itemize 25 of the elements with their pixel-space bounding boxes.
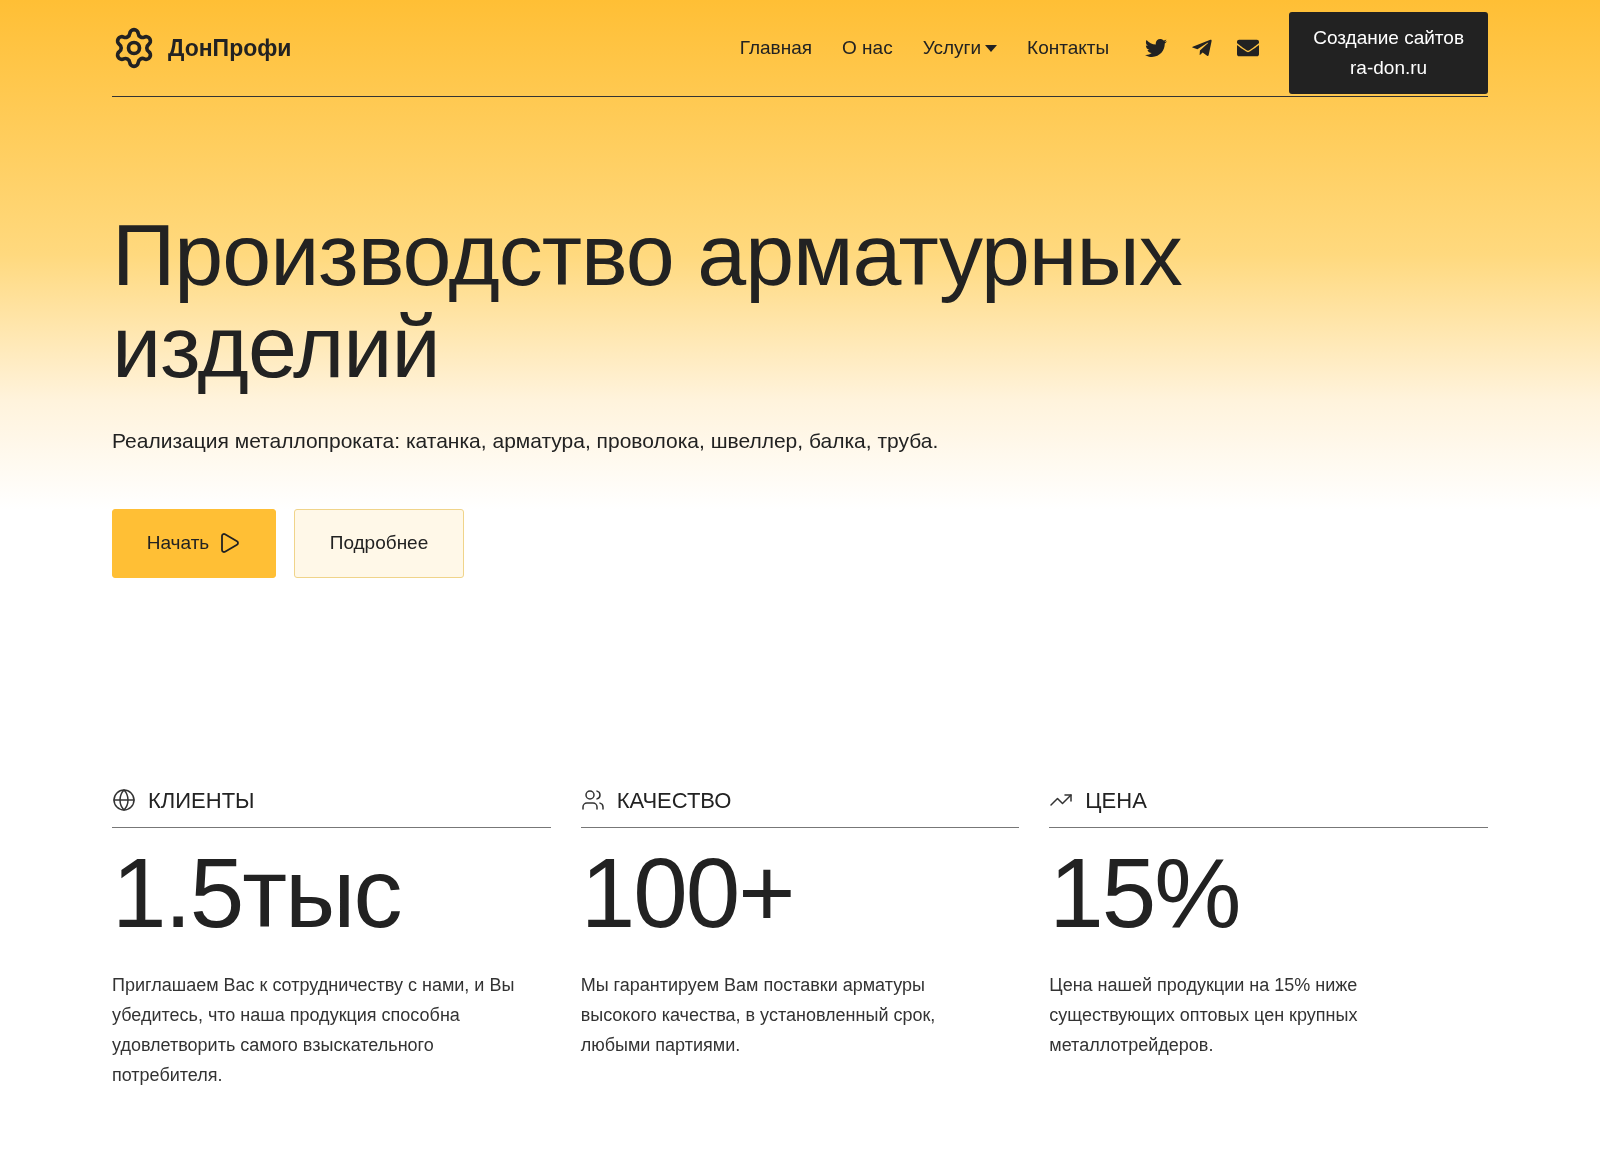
hero-subtitle: Реализация металлопроката: катанка, арматура, проволока, швеллер, балка, труба. <box>112 428 940 454</box>
stat-value: 1.5тыс <box>112 837 402 948</box>
twitter-icon[interactable] <box>1145 37 1168 59</box>
stat-label: КЛИЕНТЫ <box>148 786 255 815</box>
globe-icon <box>112 788 136 812</box>
nav-link[interactable]: Главная <box>739 33 813 63</box>
logo-text[interactable]: ДонПрофи <box>168 30 292 66</box>
details-button[interactable]: Подробнее <box>294 508 464 578</box>
nav-link[interactable]: О нас <box>842 33 893 63</box>
stat-value: 15% <box>1049 837 1241 948</box>
people-icon <box>580 788 605 812</box>
hero-title: Производство арматурных изделий <box>112 209 1183 393</box>
stat-description: Цена нашей продукции на 15% ниже существующих оптовых цен крупных металлотрейдеров. <box>1049 973 1359 1057</box>
stat-label: ЦЕНА <box>1085 786 1147 815</box>
nav-link[interactable]: Контакты <box>1027 33 1110 63</box>
stat-description: Мы гарантируем Вам поставки арматуры высокого качества, в установленный срок, любыми партиями. <box>580 973 937 1057</box>
stat-description: Приглашаем Вас к сотрудничеству с нами, и Вы убедитесь, что наша продукция способна удовлетворить самого взыскательного потребителя. <box>112 973 516 1087</box>
start-button[interactable]: Начать <box>112 508 276 578</box>
envelope-icon[interactable] <box>1237 37 1260 59</box>
caret-icon <box>985 44 998 52</box>
cta-button[interactable]: Создание сайтов ra-don.ru <box>1289 12 1488 94</box>
paper-plane-icon[interactable] <box>1191 37 1214 59</box>
stat-label: КАЧЕСТВО <box>616 786 732 815</box>
stat-value: 100+ <box>580 837 795 948</box>
nav-link[interactable]: Услуги <box>922 33 998 63</box>
